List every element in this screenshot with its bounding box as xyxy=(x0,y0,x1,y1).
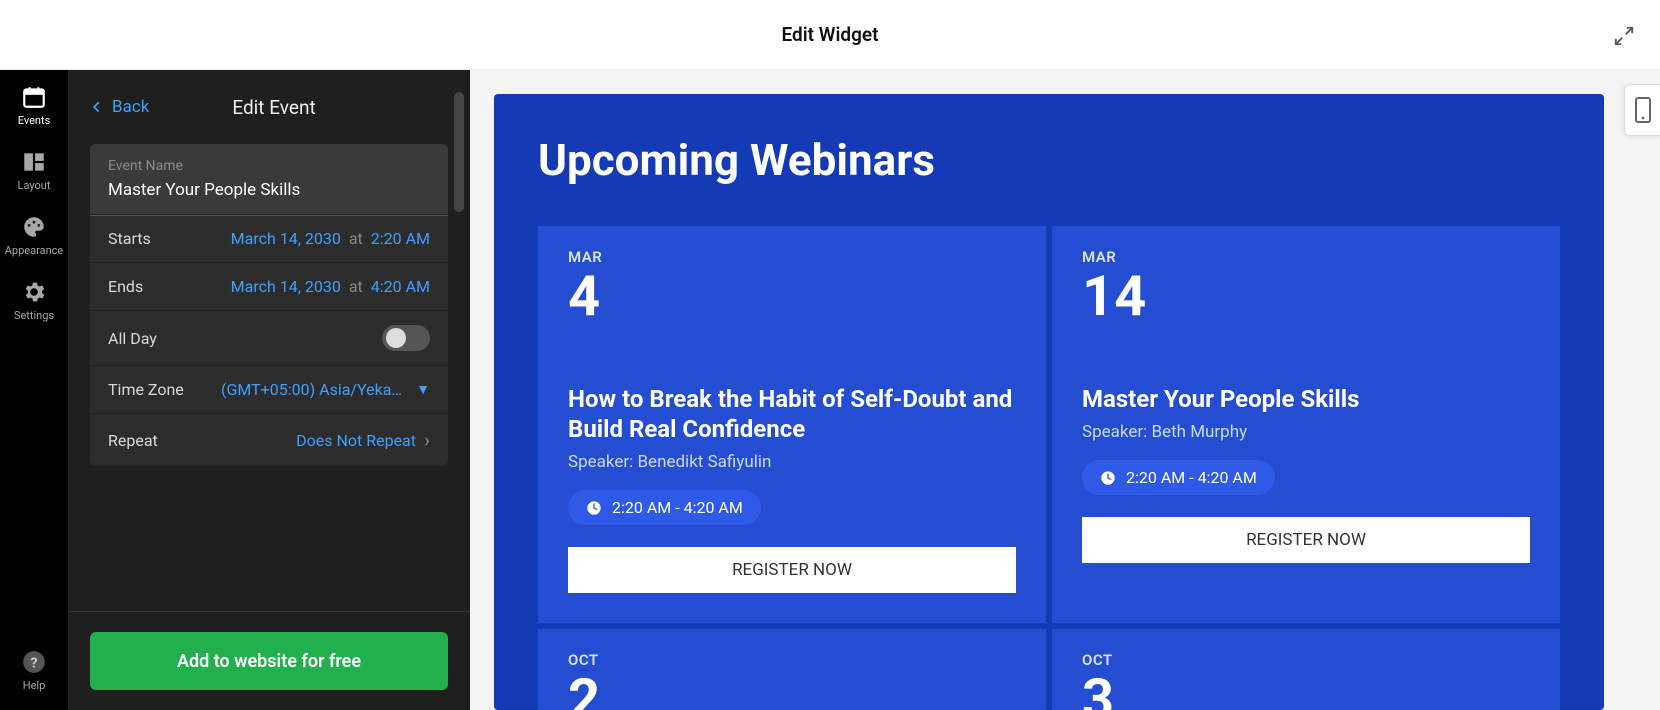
back-label: Back xyxy=(112,97,149,117)
event-time-pill: 2:20 AM - 4:20 AM xyxy=(1082,460,1275,495)
add-to-website-button[interactable]: Add to website for free xyxy=(90,632,448,690)
clock-icon xyxy=(1100,470,1116,486)
mobile-preview-button[interactable] xyxy=(1624,84,1660,136)
repeat-value: Does Not Repeat xyxy=(296,431,416,450)
event-cards: MAR 4 How to Break the Habit of Self-Dou… xyxy=(538,226,1560,710)
panel-header: Back Edit Event xyxy=(90,92,458,122)
main-layout: Events Layout Appearance Settings ? Help… xyxy=(0,70,1660,710)
event-day: 3 xyxy=(1082,671,1530,710)
mobile-icon xyxy=(1635,97,1651,123)
palette-icon xyxy=(21,214,47,240)
modal-header: Edit Widget xyxy=(0,0,1660,70)
gear-icon xyxy=(21,279,47,305)
event-card: OCT 3 xyxy=(1052,629,1560,710)
preview-area: Upcoming Webinars MAR 4 How to Break the… xyxy=(470,70,1660,710)
event-time-pill: 2:20 AM - 4:20 AM xyxy=(568,490,761,525)
event-time: 2:20 AM - 4:20 AM xyxy=(1126,468,1257,487)
event-day: 4 xyxy=(568,268,1016,324)
help-icon: ? xyxy=(21,649,47,675)
ends-date[interactable]: March 14, 2030 xyxy=(231,277,341,296)
allday-toggle[interactable] xyxy=(382,325,430,351)
back-button[interactable]: Back xyxy=(90,97,149,117)
modal-title: Edit Widget xyxy=(781,23,878,46)
register-button[interactable]: REGISTER NOW xyxy=(568,547,1016,593)
nav-layout-label: Layout xyxy=(18,179,51,192)
timezone-row[interactable]: Time Zone (GMT+05:00) Asia/Yeka… ▼ xyxy=(90,366,448,414)
layout-icon xyxy=(21,149,47,175)
svg-text:?: ? xyxy=(30,655,37,671)
preview-heading: Upcoming Webinars xyxy=(538,134,1560,186)
nav-appearance[interactable]: Appearance xyxy=(5,214,64,257)
widget-preview: Upcoming Webinars MAR 4 How to Break the… xyxy=(494,94,1604,710)
nav-settings[interactable]: Settings xyxy=(14,279,54,322)
cta-wrap: Add to website for free xyxy=(68,611,470,710)
starts-row[interactable]: Starts March 14, 2030 at 2:20 AM xyxy=(90,215,448,263)
ends-label: Ends xyxy=(108,277,143,296)
allday-row: All Day xyxy=(90,311,448,366)
event-title: Master Your People Skills xyxy=(1082,384,1530,414)
expand-icon xyxy=(1613,25,1635,47)
nav-help[interactable]: ? Help xyxy=(21,649,47,692)
event-month: OCT xyxy=(1082,651,1530,669)
register-button[interactable]: REGISTER NOW xyxy=(1082,517,1530,563)
event-name-label: Event Name xyxy=(108,158,183,174)
ends-row[interactable]: Ends March 14, 2030 at 4:20 AM xyxy=(90,263,448,311)
chevron-right-icon: › xyxy=(424,428,430,452)
event-name-field[interactable]: Event Name Master Your People Skills xyxy=(90,144,448,215)
event-card: MAR 4 How to Break the Habit of Self-Dou… xyxy=(538,226,1046,623)
event-day: 14 xyxy=(1082,268,1530,324)
event-month: MAR xyxy=(1082,248,1530,266)
event-time: 2:20 AM - 4:20 AM xyxy=(612,498,743,517)
event-day: 2 xyxy=(568,671,1016,710)
event-name-value: Master Your People Skills xyxy=(108,180,300,200)
nav-help-label: Help xyxy=(23,679,46,692)
calendar-icon xyxy=(21,84,47,110)
ends-at: at xyxy=(349,277,363,296)
timezone-label: Time Zone xyxy=(108,380,184,399)
nav-appearance-label: Appearance xyxy=(5,244,64,257)
repeat-label: Repeat xyxy=(108,431,158,450)
clock-icon xyxy=(586,500,602,516)
ends-time[interactable]: 4:20 AM xyxy=(371,277,430,296)
nav-settings-label: Settings xyxy=(14,309,54,322)
nav-layout[interactable]: Layout xyxy=(18,149,51,192)
allday-label: All Day xyxy=(108,329,157,348)
starts-time[interactable]: 2:20 AM xyxy=(371,229,430,248)
starts-label: Starts xyxy=(108,229,151,248)
repeat-row[interactable]: Repeat Does Not Repeat › xyxy=(90,414,448,466)
event-speaker: Speaker: Benedikt Safiyulin xyxy=(568,452,1016,472)
event-speaker: Speaker: Beth Murphy xyxy=(1082,422,1530,442)
event-card: OCT 2 xyxy=(538,629,1046,710)
nav-events[interactable]: Events xyxy=(18,84,51,127)
chevron-down-icon: ▼ xyxy=(416,381,430,398)
starts-at: at xyxy=(349,229,363,248)
expand-button[interactable] xyxy=(1610,22,1638,50)
event-title: How to Break the Habit of Self-Doubt and… xyxy=(568,384,1016,444)
event-month: MAR xyxy=(568,248,1016,266)
chevron-left-icon xyxy=(90,100,104,114)
editor-panel: Back Edit Event Event Name Master Your P… xyxy=(68,70,470,710)
starts-date[interactable]: March 14, 2030 xyxy=(231,229,341,248)
field-group: Event Name Master Your People Skills Sta… xyxy=(90,144,448,466)
event-month: OCT xyxy=(568,651,1016,669)
timezone-value: (GMT+05:00) Asia/Yeka… xyxy=(221,380,402,399)
event-card: MAR 14 Master Your People Skills Speaker… xyxy=(1052,226,1560,623)
nav-sidebar: Events Layout Appearance Settings ? Help xyxy=(0,70,68,710)
nav-events-label: Events xyxy=(18,114,51,127)
